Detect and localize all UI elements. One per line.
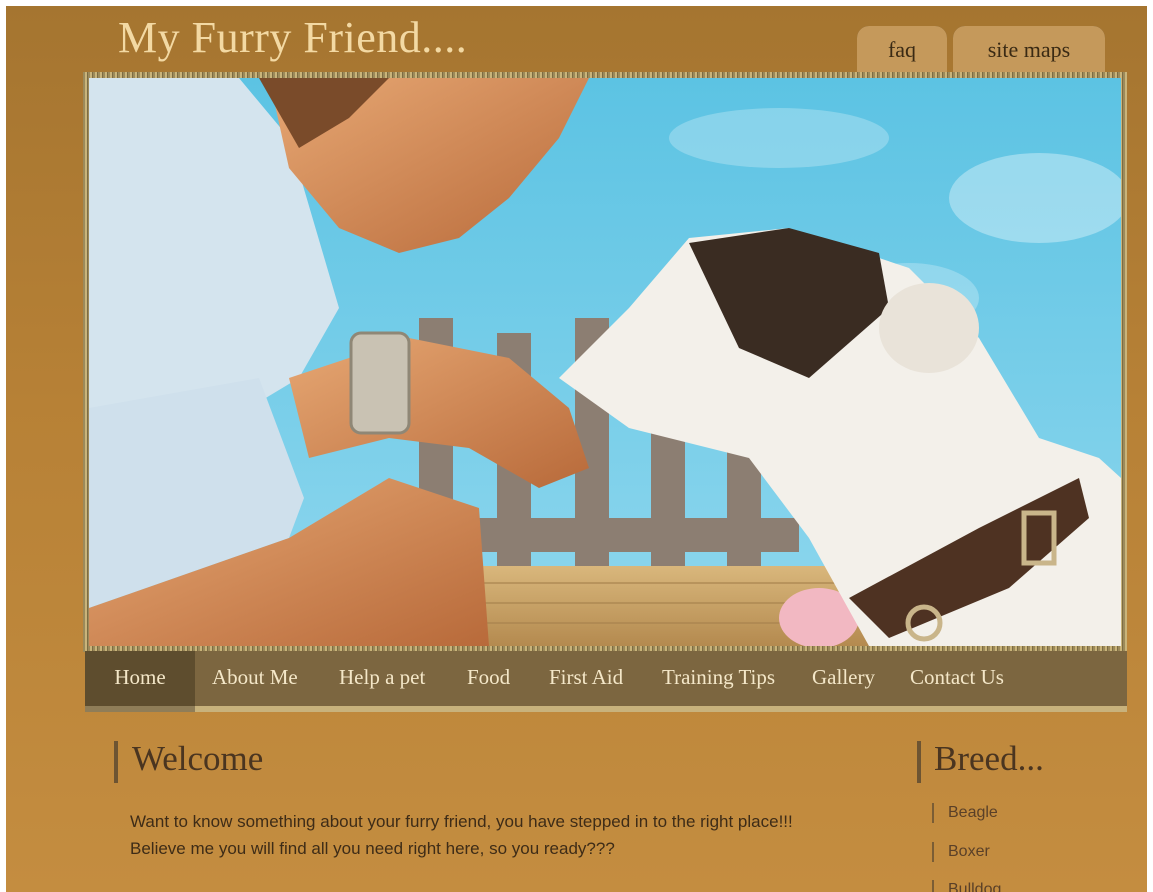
- hero-image-frame: [83, 72, 1127, 652]
- nav-item-contact-us[interactable]: Contact Us: [910, 651, 1004, 706]
- breed-link-boxer[interactable]: Boxer: [932, 842, 990, 862]
- breed-link-bulldog[interactable]: Bulldog: [932, 880, 1001, 892]
- nav-item-food[interactable]: Food: [467, 651, 510, 706]
- breed-link-beagle[interactable]: Beagle: [932, 803, 998, 823]
- hero-illustration: [89, 78, 1121, 646]
- breed-heading-bar: [917, 741, 921, 783]
- welcome-line: Believe me you will find all you need ri…: [130, 839, 615, 858]
- welcome-heading: Welcome: [132, 739, 264, 778]
- welcome-text: Want to know something about your furry …: [130, 808, 870, 862]
- nav-active-indicator: [85, 706, 195, 712]
- welcome-line: Want to know something about your furry …: [130, 812, 793, 831]
- faq-tab-label[interactable]: faq: [857, 26, 947, 72]
- nav-item-about-me[interactable]: About Me: [212, 651, 298, 706]
- main-navigation: Home About Me Help a pet Food First Aid …: [85, 651, 1127, 712]
- nav-item-gallery[interactable]: Gallery: [812, 651, 875, 706]
- breed-heading: Breed...: [934, 739, 1044, 778]
- nav-item-home[interactable]: Home: [85, 651, 195, 706]
- page: My Furry Friend.... faq site maps Home A…: [6, 6, 1147, 892]
- site-maps-tab-label[interactable]: site maps: [953, 26, 1105, 72]
- welcome-heading-bar: [114, 741, 118, 783]
- nav-item-training-tips[interactable]: Training Tips: [662, 651, 775, 706]
- site-title: My Furry Friend....: [118, 13, 468, 62]
- nav-item-first-aid[interactable]: First Aid: [549, 651, 623, 706]
- hero-image: [89, 78, 1121, 646]
- nav-item-help-a-pet[interactable]: Help a pet: [339, 651, 425, 706]
